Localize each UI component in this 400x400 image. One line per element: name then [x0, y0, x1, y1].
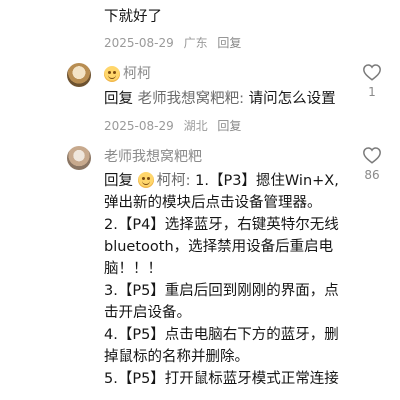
reply-prefix: 回复 — [104, 173, 133, 189]
comment-text: 回复 老师我想窝粑粑: 请问怎么设置 — [104, 88, 349, 110]
smile-emoji-icon — [137, 172, 154, 188]
username[interactable]: 老师我想窝粑粑 — [104, 147, 202, 167]
username[interactable]: 柯柯 — [104, 64, 151, 84]
user-avatar[interactable] — [67, 63, 91, 87]
comment-meta: 2025-08-29 广东 回复 — [104, 35, 247, 51]
like-count: 1 — [368, 85, 376, 99]
comment-line: 击开启设备。 — [104, 305, 191, 321]
reply-mention[interactable]: 柯柯: — [157, 173, 191, 189]
comment-line: 4.【P5】点击电脑右下方的蓝牙，删 — [104, 327, 339, 343]
heart-icon — [363, 64, 381, 81]
like-count: 86 — [364, 168, 380, 182]
reply-button[interactable]: 回复 — [217, 119, 241, 133]
comment-line: 2.【P4】选择蓝牙，右键英特尔无线 — [104, 217, 339, 233]
reply-mention[interactable]: 老师我想窝粑粑: — [138, 91, 244, 107]
comment-line: 掉鼠标的名称并删除。 — [104, 349, 249, 365]
comment-line: 脑！！！ — [104, 261, 162, 277]
comment-line: 弹出新的模块后点击设备管理器。 — [104, 195, 322, 211]
username-text: 柯柯 — [123, 66, 151, 82]
comment-text: 回复 柯柯: 1.【P3】摁住Win+X, 弹出新的模块后点击设备管理器。 2.… — [104, 170, 354, 390]
comment-location: 湖北 — [183, 119, 208, 133]
heart-icon — [363, 147, 381, 164]
comment-body: 请问怎么设置 — [248, 91, 336, 107]
comment-date: 2025-08-29 — [104, 119, 174, 133]
reply-button[interactable]: 回复 — [217, 36, 241, 50]
like-button[interactable]: 1 — [359, 63, 385, 99]
user-avatar[interactable] — [67, 146, 91, 170]
comment-meta: 2025-08-29 湖北 回复 — [104, 118, 247, 134]
like-button[interactable]: 86 — [359, 146, 385, 182]
comment-line: bluetooth，选择禁用设备后重启电 — [104, 239, 334, 255]
comment-date: 2025-08-29 — [104, 36, 174, 50]
comment-line: 3.【P5】重启后回到刚刚的界面，点 — [104, 283, 339, 299]
comment-line: 回复 柯柯: 1.【P3】摁住Win+X, — [104, 170, 354, 192]
comment-location: 广东 — [183, 36, 208, 50]
comment-text: 下就好了 — [104, 9, 162, 25]
smile-emoji-icon — [104, 66, 120, 82]
comment-line-text: 1.【P3】摁住Win+X, — [195, 173, 339, 189]
reply-prefix: 回复 — [104, 91, 133, 107]
comment-line: 5.【P5】打开鼠标蓝牙模式正常连接 — [104, 371, 339, 387]
